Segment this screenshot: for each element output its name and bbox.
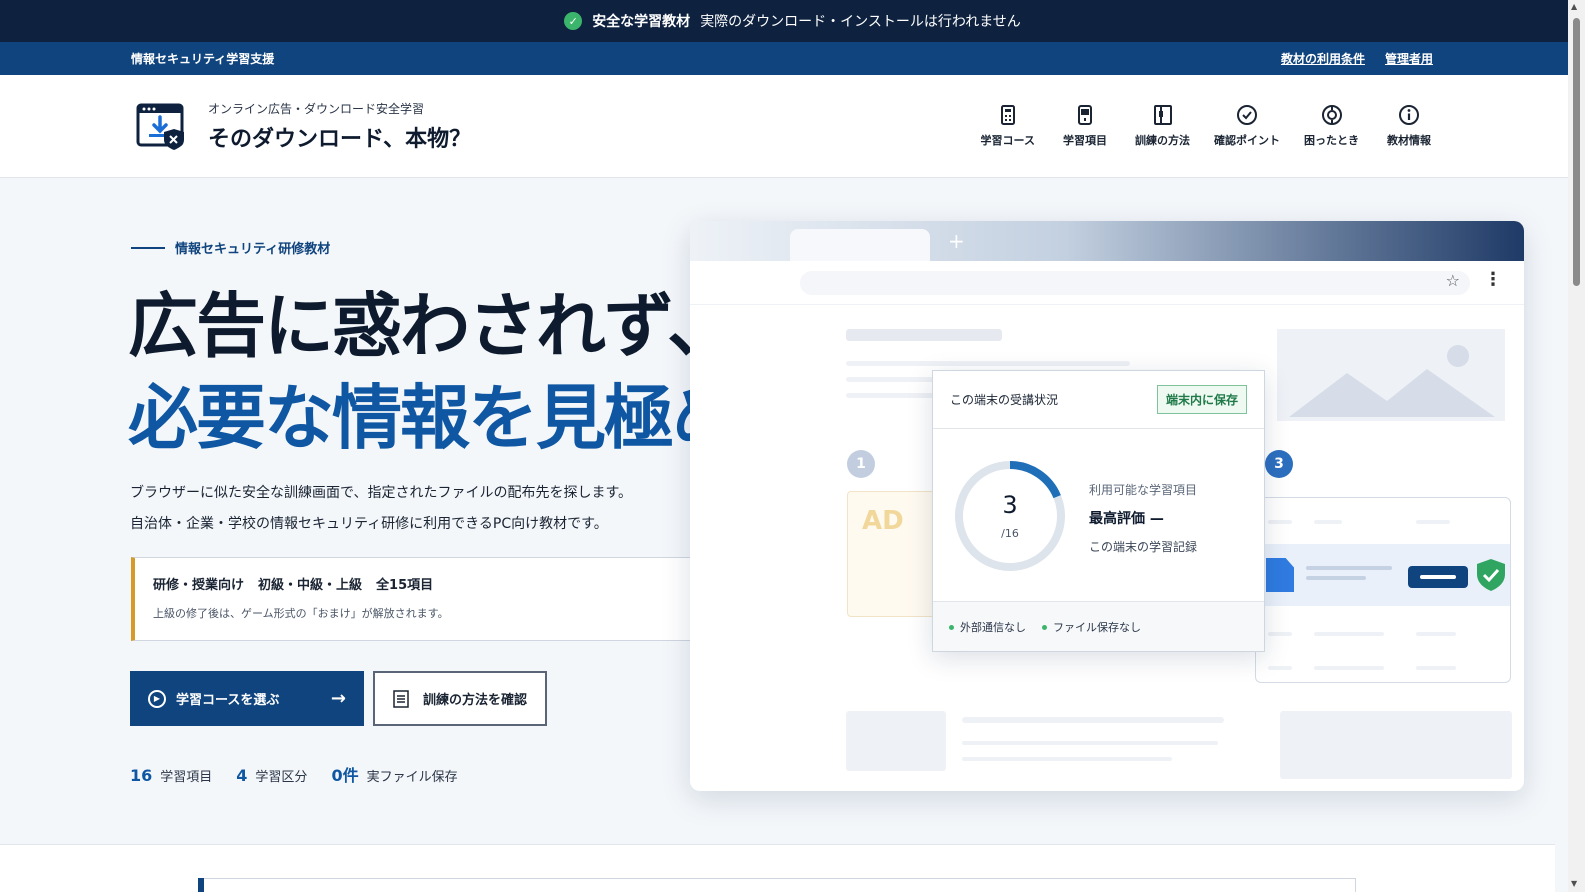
notice-title: 安全な学習教材: [592, 14, 691, 30]
more-vert-icon: ⋮: [1484, 269, 1502, 290]
progress-total: /16: [1001, 527, 1019, 540]
next-section-edge: [0, 844, 1555, 892]
info-tag: 全15項目: [376, 578, 434, 593]
plus-icon: +: [948, 229, 965, 253]
global-nav: 学習コース 学習項目 訓練の方法 確認ポイント 困ったとき 教材情報: [981, 104, 1435, 148]
stat-saved-files: 0件 実ファイル保存: [331, 766, 458, 785]
notice-message: 実際のダウンロード・インストールは行われません: [700, 14, 1021, 30]
check-training-method-button[interactable]: 訓練の方法を確認: [373, 671, 547, 726]
download-panel-illustration: [1255, 497, 1511, 683]
play-icon: ▶: [148, 689, 166, 708]
nav-label: 訓練の方法: [1135, 134, 1190, 147]
learning-status-card: この端末の受講状況 端末内に保存 3 /16 利用可能な学習項目 最高評価 — …: [932, 370, 1265, 652]
stat-categories: 4 学習区分: [236, 766, 308, 785]
nav-label: 学習項目: [1063, 134, 1107, 147]
star-icon: ☆: [1445, 271, 1460, 290]
page-scrollbar[interactable]: ▲ ▼: [1568, 0, 1585, 892]
progress-value: 3: [1002, 491, 1018, 519]
best-score: 最高評価 —: [1089, 511, 1164, 527]
brand[interactable]: オンライン広告・ダウンロード安全学習 そのダウンロード、本物？: [136, 100, 471, 153]
no-file-save: ファイル保存なし: [1042, 619, 1141, 635]
stat-items: 16 学習項目: [130, 766, 213, 785]
download-button-illustration: [1408, 566, 1468, 588]
info-tag: 研修・授業向け: [153, 578, 245, 593]
sub-bar: 情報セキュリティ学習支援 教材の利用条件 管理者用: [0, 42, 1585, 75]
nav-training-method[interactable]: 訓練の方法: [1135, 104, 1190, 148]
nav-label: 確認ポイント: [1214, 134, 1280, 147]
nav-courses[interactable]: 学習コース: [981, 104, 1035, 148]
status-card-title: この端末の受講状況: [950, 393, 1059, 407]
step-1-marker: 1: [847, 450, 875, 478]
no-external-comm: 外部通信なし: [949, 619, 1026, 635]
hero-section: 情報セキュリティ研修教材 広告に惑わされず、 必要な情報を見極める。 ブラウザー…: [0, 178, 1555, 844]
utility-links: 教材の利用条件 管理者用: [1281, 50, 1433, 67]
safety-notice-bar: ✓ 安全な学習教材 実際のダウンロード・インストールは行われません: [0, 0, 1585, 42]
calculator-icon: [1000, 105, 1015, 125]
nav-label: 学習コース: [980, 134, 1035, 147]
arrow-right-icon: →: [330, 688, 346, 709]
site-subtitle: オンライン広告・ダウンロード安全学習: [208, 101, 425, 116]
file-icon: [1266, 558, 1294, 592]
eyebrow: 情報セキュリティ研修教材: [131, 238, 330, 257]
download-shield-logo-icon: [136, 103, 184, 150]
nav-label: 困ったとき: [1304, 134, 1359, 147]
nav-help[interactable]: 困ったとき: [1304, 104, 1359, 148]
available-label: 利用可能な学習項目: [1089, 483, 1198, 497]
scroll-down-icon[interactable]: ▼: [1571, 879, 1577, 888]
info-icon: [1399, 105, 1419, 125]
mock-address-bar: ☆ ⋮: [690, 261, 1524, 305]
headline-line-1: 広告に惑わされず、: [128, 285, 737, 367]
saved-locally-badge: 端末内に保存: [1156, 385, 1247, 414]
admin-link[interactable]: 管理者用: [1385, 50, 1433, 67]
list-icon: [393, 689, 409, 708]
stats: 16 学習項目 4 学習区分 0件 実ファイル保存: [130, 762, 458, 786]
status-dot-icon: [949, 625, 954, 630]
site-title: そのダウンロード、本物？: [208, 126, 472, 152]
check-circle-icon: [1237, 105, 1257, 125]
mock-tab-bar: +: [690, 221, 1524, 261]
check-icon: ✓: [564, 12, 583, 30]
choose-course-button[interactable]: ▶ 学習コースを選ぶ →: [130, 671, 364, 726]
nav-items[interactable]: 学習項目: [1059, 104, 1111, 148]
terms-link[interactable]: 教材の利用条件: [1281, 50, 1365, 67]
info-tag: 初級・中級・上級: [258, 578, 363, 593]
record-label: この端末の学習記録: [1089, 540, 1198, 554]
shield-check-icon: [1477, 559, 1505, 591]
nav-check-points[interactable]: 確認ポイント: [1214, 104, 1280, 148]
nav-material-info[interactable]: 教材情報: [1383, 104, 1435, 148]
site-header: オンライン広告・ダウンロード安全学習 そのダウンロード、本物？ 学習コース 学習…: [0, 75, 1585, 178]
device-icon: [1078, 105, 1092, 125]
status-dot-icon: [1042, 625, 1047, 630]
image-placeholder-icon: [1277, 329, 1505, 421]
nav-label: 教材情報: [1387, 134, 1431, 147]
site-label: 情報セキュリティ学習支援: [131, 52, 275, 66]
scroll-thumb[interactable]: [1573, 18, 1580, 286]
lead-text: ブラウザーに似た安全な訓練画面で、指定されたファイルの配布先を探します。 自治体…: [130, 485, 633, 532]
help-ring-icon: [1321, 105, 1342, 125]
scroll-up-icon[interactable]: ▲: [1571, 2, 1577, 11]
step-3-marker: 3: [1265, 450, 1293, 478]
book-icon: [1153, 105, 1172, 125]
